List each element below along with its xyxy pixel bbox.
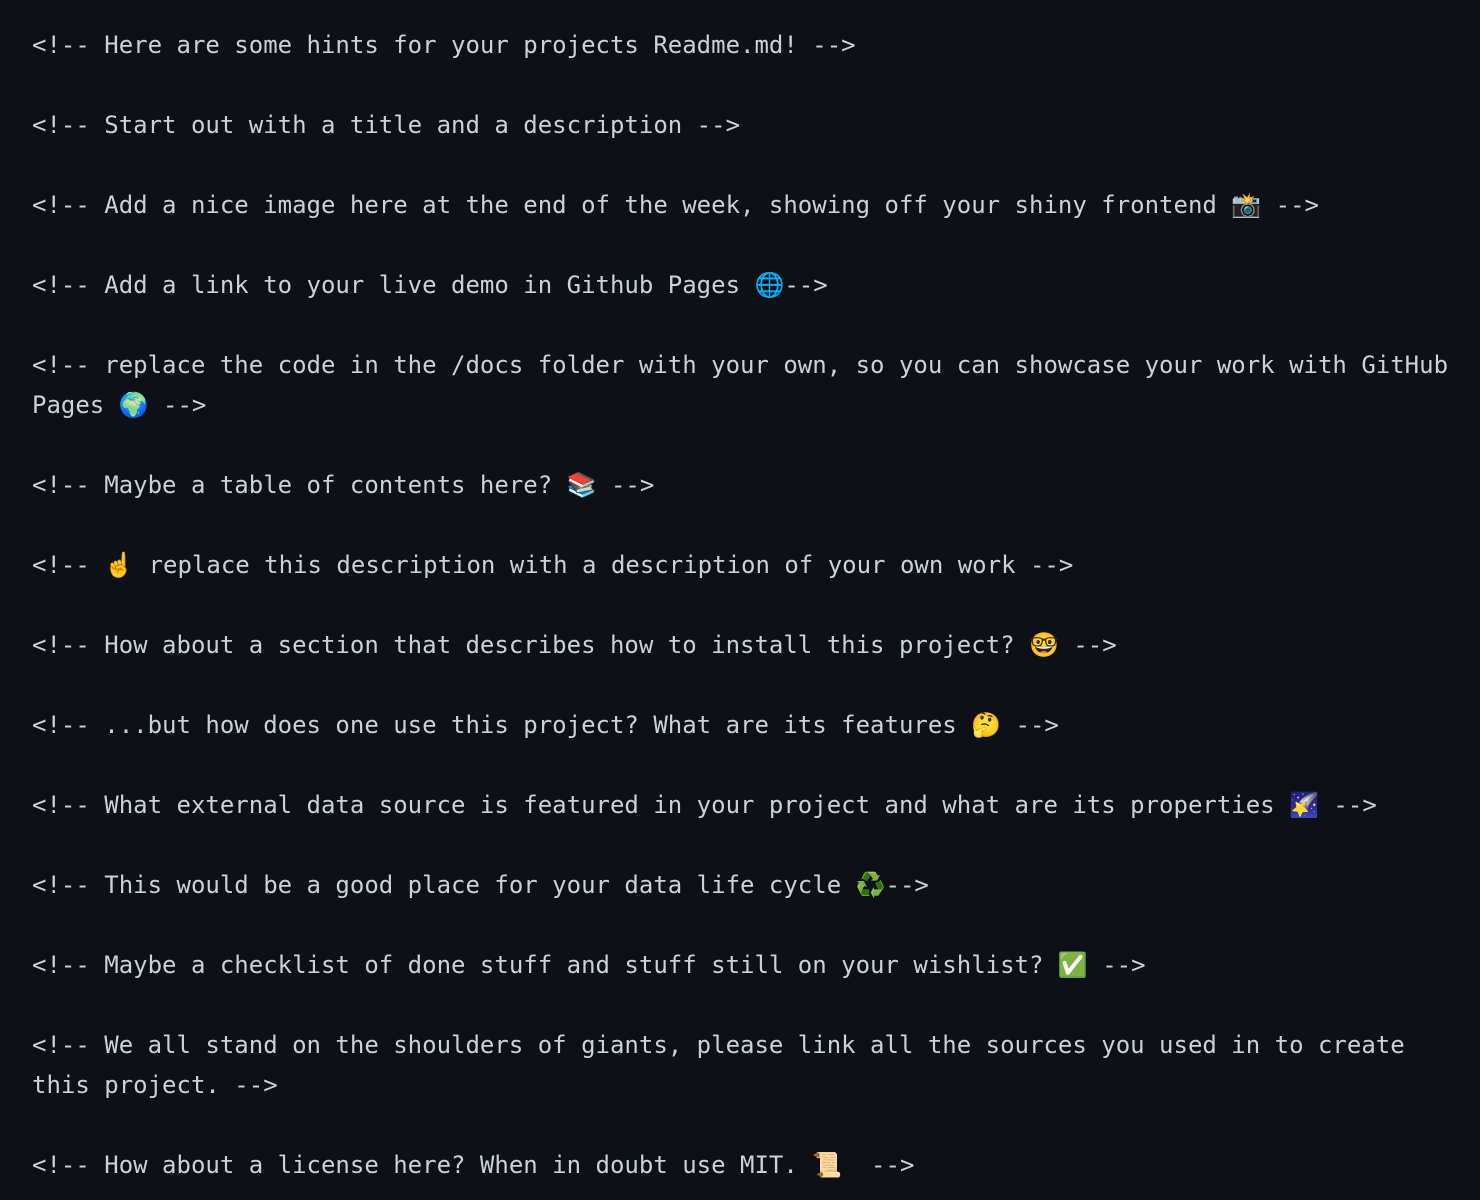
comment-line-usage-features: <!-- ...but how does one use this projec… (32, 711, 1059, 739)
comment-line-docs-folder: <!-- replace the code in the /docs folde… (32, 351, 1463, 419)
comment-line-description: <!-- ☝️ replace this description with a … (32, 551, 1074, 579)
comment-line-sources: <!-- We all stand on the shoulders of gi… (32, 1031, 1420, 1099)
comment-line-hints: <!-- Here are some hints for your projec… (32, 31, 856, 59)
comment-line-table-of-contents: <!-- Maybe a table of contents here? 📚 -… (32, 471, 655, 499)
comment-line-live-demo: <!-- Add a link to your live demo in Git… (32, 271, 828, 299)
comment-line-license: <!-- How about a license here? When in d… (32, 1151, 915, 1179)
comment-line-checklist: <!-- Maybe a checklist of done stuff and… (32, 951, 1146, 979)
comment-line-image: <!-- Add a nice image here at the end of… (32, 191, 1319, 219)
comment-line-data-life-cycle: <!-- This would be a good place for your… (32, 871, 929, 899)
comment-line-data-source: <!-- What external data source is featur… (32, 791, 1377, 819)
readme-content: <!-- Here are some hints for your projec… (0, 0, 1480, 1200)
comment-line-install: <!-- How about a section that describes … (32, 631, 1117, 659)
comment-line-title-description: <!-- Start out with a title and a descri… (32, 111, 741, 139)
